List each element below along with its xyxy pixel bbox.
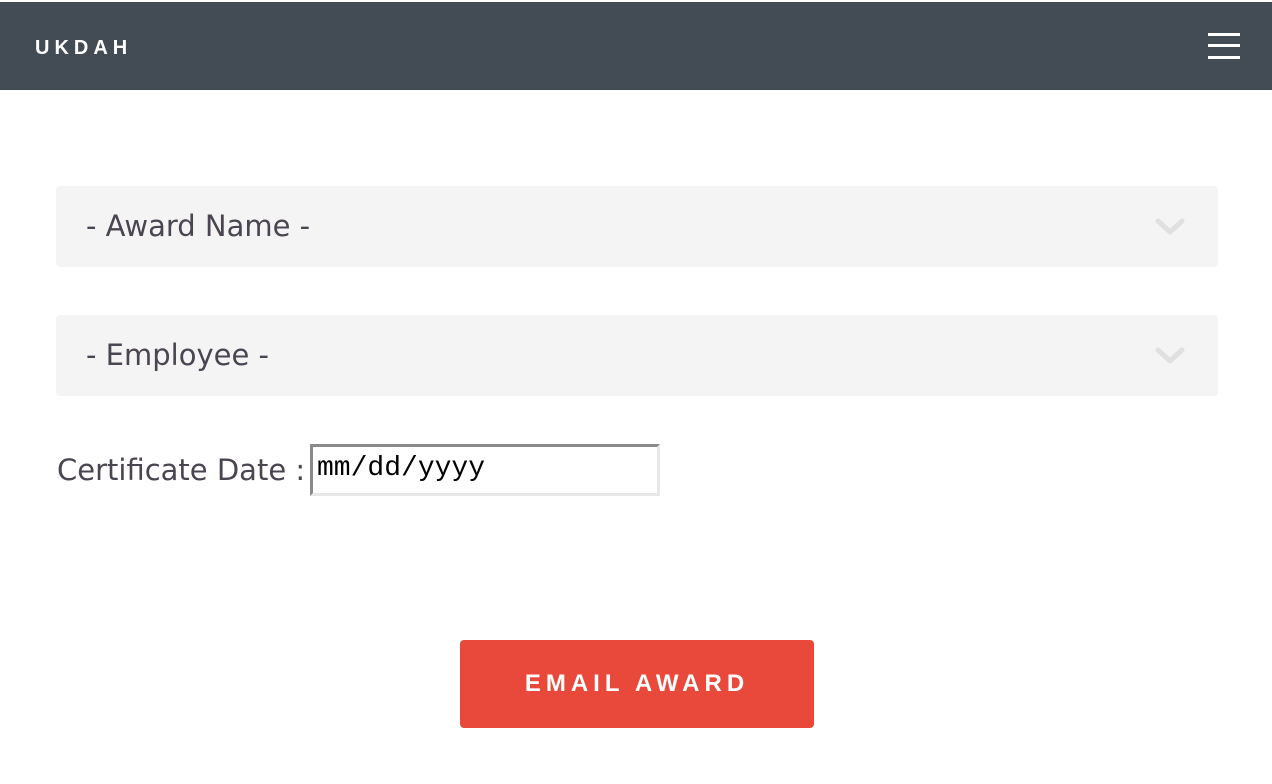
award-name-select[interactable]: - Award Name - — [56, 186, 1218, 267]
certificate-date-input[interactable]: mm/dd/yyyy — [310, 444, 660, 496]
top-navbar: UKDAH — [0, 2, 1272, 90]
employee-select[interactable]: - Employee - — [56, 315, 1218, 396]
hamburger-menu-icon[interactable] — [1200, 24, 1248, 72]
menu-bar-line — [1208, 56, 1240, 59]
brand-logo-text[interactable]: UKDAH — [35, 35, 132, 61]
certificate-date-label: Certificate Date : — [57, 453, 306, 487]
employee-select-value: - Employee - — [86, 338, 269, 372]
chevron-down-icon — [1155, 218, 1185, 235]
email-award-button[interactable]: EMAIL AWARD — [460, 640, 814, 728]
menu-bar-line — [1208, 33, 1240, 36]
chevron-down-icon — [1155, 347, 1185, 364]
menu-bar-line — [1208, 44, 1240, 47]
award-name-select-value: - Award Name - — [86, 209, 311, 243]
